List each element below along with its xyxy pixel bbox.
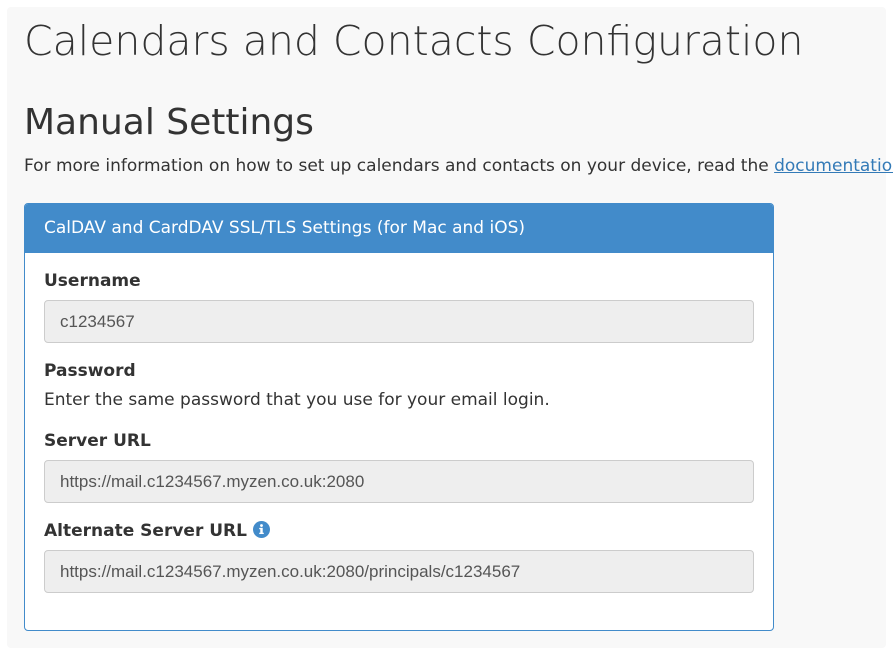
server-url-label: Server URL [44,431,151,451]
intro-text: For more information on how to set up ca… [24,155,893,177]
alt-server-url-label-row: Alternate Server URL [44,520,270,542]
intro-text-main: For more information on how to set up ca… [24,156,775,176]
info-icon[interactable] [252,521,270,538]
username-field[interactable] [44,300,754,343]
password-help-text: Enter the same password that you use for… [44,390,550,410]
password-label: Password [44,361,136,381]
page-container: Calendars and Contacts Configuration Man… [7,7,893,648]
username-label: Username [44,271,141,291]
panel-heading: CalDAV and CardDAV SSL/TLS Settings (for… [25,204,773,253]
settings-panel: CalDAV and CardDAV SSL/TLS Settings (for… [24,203,774,631]
server-url-field[interactable] [44,460,754,503]
page-title: Calendars and Contacts Configuration [24,17,804,65]
documentation-link[interactable]: documentation [774,156,893,176]
section-title: Manual Settings [24,102,314,143]
alt-server-url-field[interactable] [44,550,754,593]
alt-server-url-label: Alternate Server URL [44,521,247,541]
